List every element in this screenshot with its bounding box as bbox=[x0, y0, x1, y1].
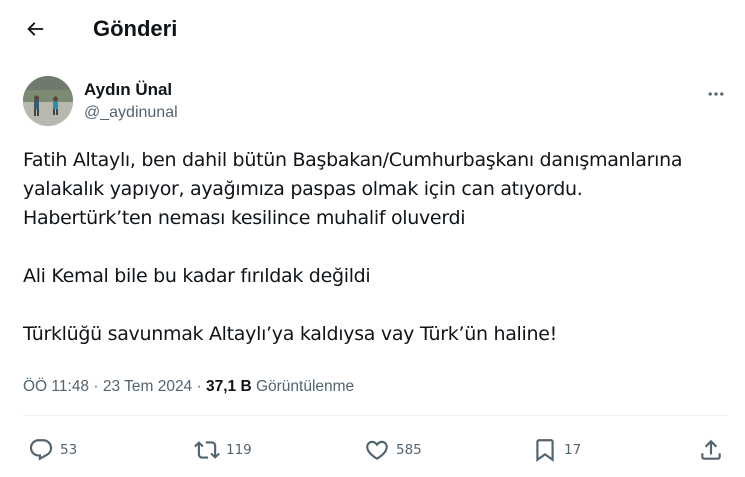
like-count: 585 bbox=[396, 442, 422, 458]
arrow-left-icon bbox=[27, 22, 44, 36]
meta-separator: · bbox=[192, 378, 206, 395]
heart-icon bbox=[366, 440, 388, 460]
share-icon bbox=[701, 439, 721, 460]
avatar-image bbox=[23, 76, 73, 126]
repost-button[interactable]: 119 bbox=[194, 434, 252, 466]
like-button[interactable]: 585 bbox=[364, 434, 422, 466]
tweet-author: Aydın Ünal @_aydinunal bbox=[23, 76, 728, 128]
reply-count: 53 bbox=[60, 442, 78, 458]
tweet-meta: ÖÖ 11:48 · 23 Tem 2024 · 37,1 B Görüntül… bbox=[23, 377, 354, 397]
author-handle[interactable]: @_aydinunal bbox=[84, 103, 178, 123]
tweet-line: Ali Kemal bile bu kadar fırıldak değildi bbox=[23, 265, 371, 287]
views-count: 37,1 B bbox=[205, 378, 252, 395]
share-button[interactable] bbox=[698, 434, 724, 466]
divider bbox=[23, 415, 728, 416]
tweet-time[interactable]: ÖÖ 11:48 bbox=[23, 378, 89, 395]
tweet-line: Habertürk’ten neması kesilince muhalif o… bbox=[23, 207, 466, 229]
bookmark-button[interactable]: 17 bbox=[532, 434, 581, 466]
more-options-button[interactable] bbox=[704, 82, 728, 106]
repost-icon bbox=[194, 441, 220, 459]
bookmark-count: 17 bbox=[564, 442, 582, 458]
tweet-actions: 53 119 585 17 bbox=[0, 434, 745, 466]
tweet-line: Türklüğü savunmak Altaylı’ya kaldıysa va… bbox=[23, 323, 557, 345]
more-horizontal-icon bbox=[708, 92, 724, 96]
page-header: Gönderi bbox=[0, 0, 745, 58]
views-label: Görüntülenme bbox=[251, 378, 355, 395]
bookmark-icon bbox=[536, 439, 554, 462]
tweet-date[interactable]: 23 Tem 2024 bbox=[103, 378, 192, 395]
back-button[interactable] bbox=[18, 12, 52, 46]
tweet-line: Fatih Altaylı, ben dahil bütün Başbakan/… bbox=[23, 149, 683, 171]
author-name[interactable]: Aydın Ünal bbox=[84, 79, 172, 101]
reply-icon bbox=[29, 439, 53, 461]
tweet-text: Fatih Altaylı, ben dahil bütün Başbakan/… bbox=[23, 146, 733, 349]
tweet-line: yalakalık yapıyor, ayağımıza paspas olma… bbox=[23, 178, 583, 200]
reply-button[interactable]: 53 bbox=[28, 434, 77, 466]
meta-separator: · bbox=[89, 378, 103, 395]
avatar[interactable] bbox=[23, 76, 73, 126]
repost-count: 119 bbox=[226, 442, 252, 458]
page-title: Gönderi bbox=[93, 16, 178, 41]
